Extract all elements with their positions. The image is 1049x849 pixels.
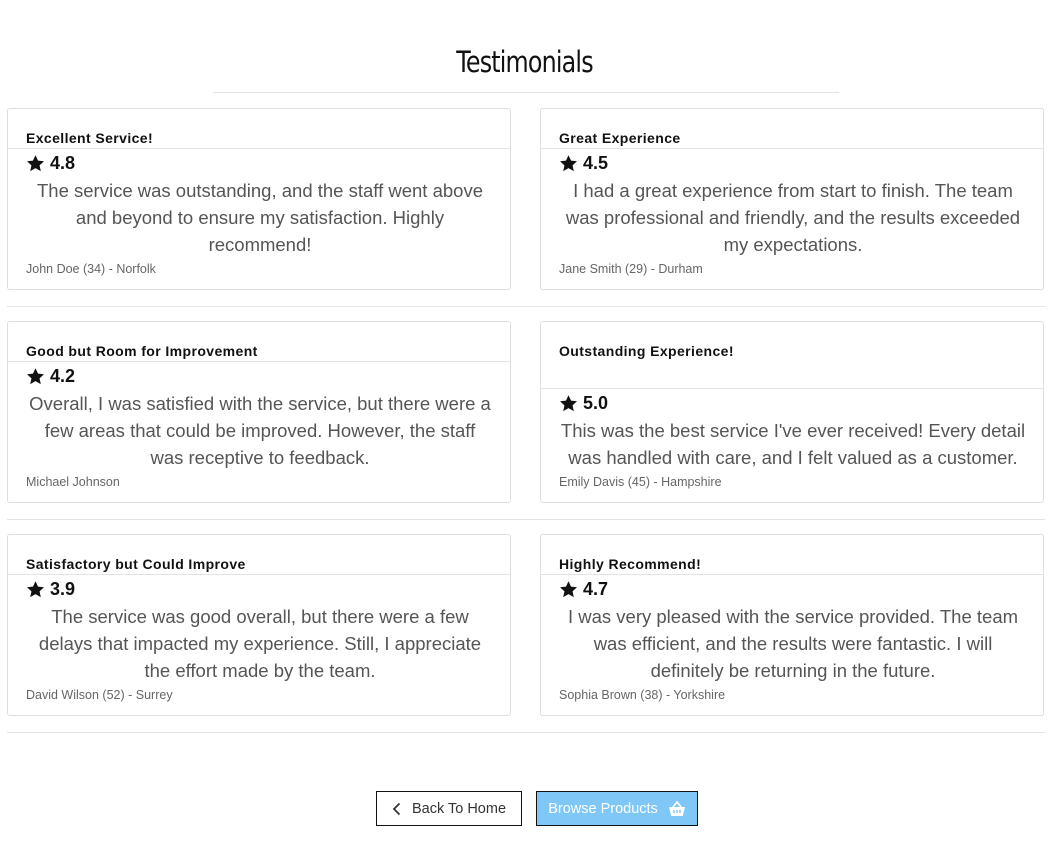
card-header: Satisfactory but Could Improve bbox=[8, 535, 510, 575]
page-title: Testimonials bbox=[456, 45, 593, 79]
card-header: Outstanding Experience! bbox=[541, 322, 1043, 389]
testimonial-rating: 4.2 bbox=[26, 366, 75, 387]
testimonial-author: John Doe (34) - Norfolk bbox=[26, 262, 156, 276]
testimonial-text: The service was good overall, but there … bbox=[38, 606, 482, 681]
testimonial-title: Excellent Service! bbox=[26, 130, 154, 146]
card-header: Highly Recommend! bbox=[541, 535, 1043, 575]
card-header: Excellent Service! bbox=[8, 109, 510, 149]
star-icon bbox=[560, 155, 577, 172]
rating-value: 4.8 bbox=[50, 153, 76, 173]
testimonial-author: Michael Johnson bbox=[26, 475, 120, 489]
browse-products-label: Browse Products bbox=[548, 800, 658, 817]
rating-value: 5.0 bbox=[583, 393, 609, 413]
back-to-home-button[interactable]: Back To Home bbox=[376, 791, 522, 826]
testimonial-author: Emily Davis (45) - Hampshire bbox=[559, 475, 722, 489]
testimonial-author: Jane Smith (29) - Durham bbox=[559, 262, 703, 276]
testimonial-rating: 5.0 bbox=[559, 393, 608, 414]
testimonial-rating: 4.5 bbox=[559, 153, 608, 174]
testimonial-card: Highly Recommend! 4.7 I was very pleased… bbox=[540, 534, 1044, 716]
star-icon bbox=[27, 155, 44, 172]
testimonial-text: The service was outstanding, and the sta… bbox=[37, 180, 483, 255]
testimonial-text: I had a great experience from start to f… bbox=[565, 180, 1021, 255]
chevron-left-icon bbox=[392, 802, 401, 815]
basket-icon bbox=[668, 800, 685, 816]
testimonial-title: Great Experience bbox=[559, 130, 681, 146]
star-icon bbox=[560, 395, 577, 412]
back-to-home-label: Back To Home bbox=[411, 800, 507, 817]
testimonial-text: This was the best service I've ever rece… bbox=[560, 420, 1026, 468]
rating-value: 3.9 bbox=[50, 579, 76, 599]
testimonial-rating: 4.8 bbox=[26, 153, 75, 174]
testimonial-rating: 4.7 bbox=[559, 579, 608, 600]
testimonial-card: Satisfactory but Could Improve 3.9 The s… bbox=[7, 534, 511, 716]
rating-value: 4.2 bbox=[50, 366, 76, 386]
row-divider bbox=[7, 519, 1045, 520]
testimonial-card: Outstanding Experience! 5.0 This was the… bbox=[540, 321, 1044, 503]
testimonial-rating: 3.9 bbox=[26, 579, 75, 600]
star-icon bbox=[560, 581, 577, 598]
row-divider bbox=[7, 306, 1045, 307]
testimonial-card: Good but Room for Improvement 4.2 Overal… bbox=[7, 321, 511, 503]
testimonial-title: Outstanding Experience! bbox=[559, 343, 734, 359]
testimonial-title: Satisfactory but Could Improve bbox=[26, 556, 246, 572]
testimonial-author: Sophia Brown (38) - Yorkshire bbox=[559, 688, 726, 702]
star-icon bbox=[27, 368, 44, 385]
testimonial-card: Great Experience 4.5 I had a great exper… bbox=[540, 108, 1044, 290]
testimonials-page: Testimonials Excellent Service! 4.8 The … bbox=[0, 0, 1049, 849]
testimonial-text: Overall, I was satisfied with the servic… bbox=[29, 393, 491, 468]
row-divider bbox=[7, 732, 1045, 733]
testimonial-title: Good but Room for Improvement bbox=[26, 343, 258, 359]
testimonial-text: I was very pleased with the service prov… bbox=[567, 606, 1019, 681]
browse-products-button[interactable]: Browse Products bbox=[536, 791, 698, 826]
testimonial-author: David Wilson (52) - Surrey bbox=[26, 688, 173, 702]
rating-value: 4.5 bbox=[583, 153, 609, 173]
rating-value: 4.7 bbox=[583, 579, 609, 599]
title-divider bbox=[213, 92, 839, 93]
testimonial-card: Excellent Service! 4.8 The service was o… bbox=[7, 108, 511, 290]
testimonial-title: Highly Recommend! bbox=[559, 556, 702, 572]
star-icon bbox=[27, 581, 44, 598]
card-header: Great Experience bbox=[541, 109, 1043, 149]
card-header: Good but Room for Improvement bbox=[8, 322, 510, 362]
